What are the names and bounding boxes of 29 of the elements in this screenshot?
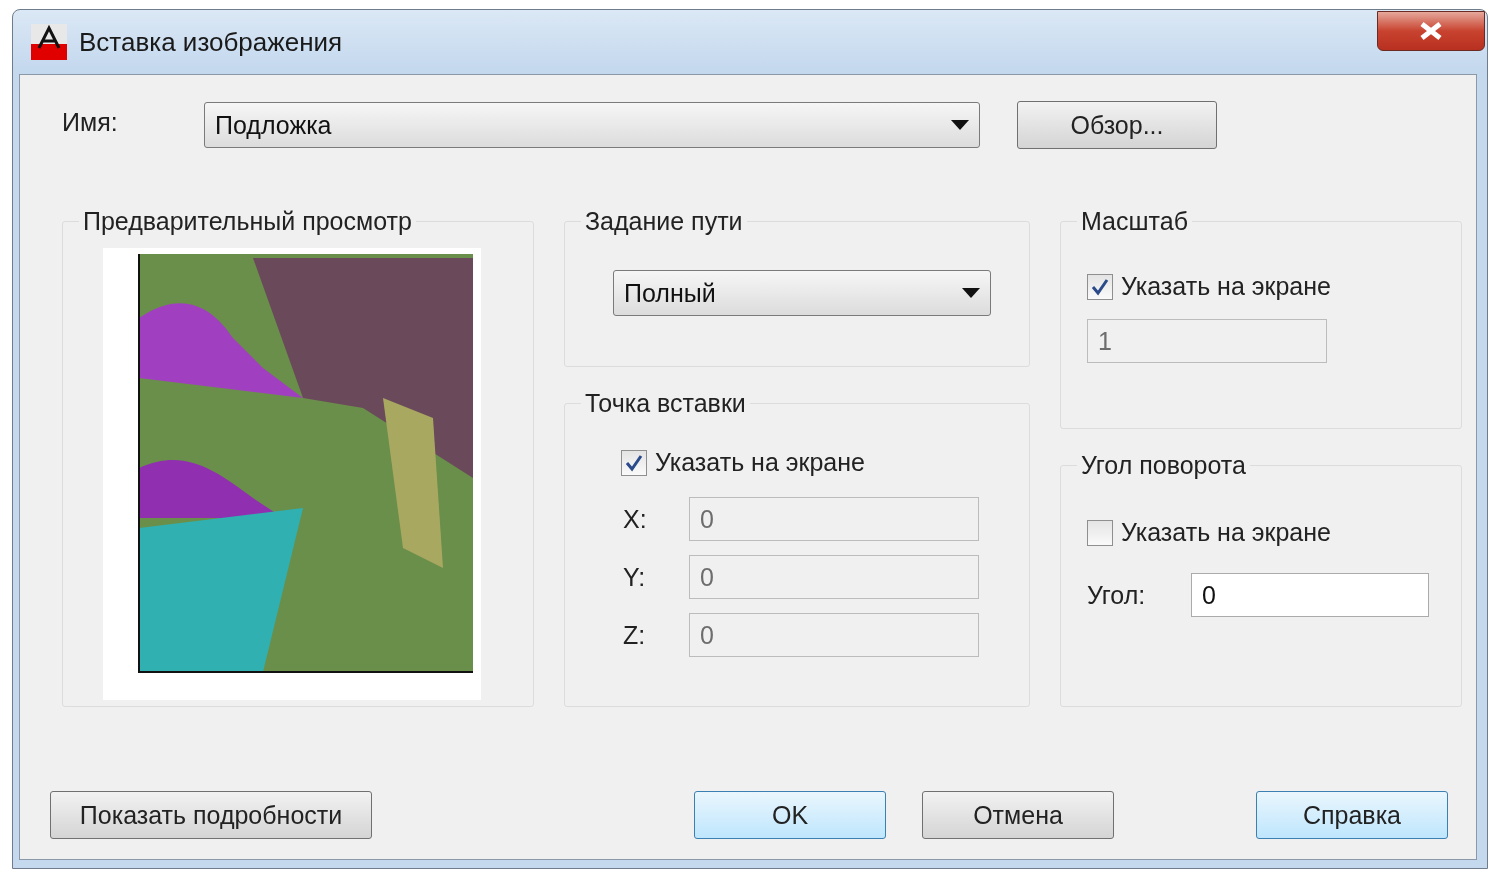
dropdown-caret-icon	[951, 120, 969, 130]
dialog-button[interactable]: OK	[694, 791, 886, 839]
dialog-button[interactable]: Отмена	[922, 791, 1114, 839]
checkbox-label: Указать на экране	[1121, 518, 1331, 547]
checkbox[interactable]	[1087, 519, 1113, 546]
path-dropdown[interactable]: Полный	[613, 270, 991, 316]
app-logo-icon	[31, 24, 67, 60]
group-title: Угол поворота	[1080, 451, 1247, 480]
close-button[interactable]	[1377, 11, 1485, 51]
group-title: Предварительный просмотр	[82, 207, 413, 236]
browse-button[interactable]: Обзор...	[1017, 101, 1217, 149]
group-title: Задание пути	[584, 207, 744, 236]
group-title: Масштаб	[1080, 207, 1189, 236]
angle-field[interactable]: 0	[1191, 573, 1429, 617]
group-title: Точка вставки	[584, 389, 747, 418]
name-dropdown[interactable]: Подложка	[204, 102, 980, 148]
dialog-button[interactable]: Справка	[1256, 791, 1448, 839]
coordinate-label: Y:	[623, 562, 647, 592]
close-icon	[1418, 21, 1444, 41]
show-details-button[interactable]: Показать подробности	[50, 791, 372, 839]
name-label: Имя:	[62, 107, 119, 137]
checkbox[interactable]	[621, 449, 647, 476]
checkbox-label: Указать на экране	[655, 448, 865, 477]
coordinate-label: X:	[623, 504, 648, 534]
dropdown-caret-icon	[962, 288, 980, 298]
coordinate-label: Z:	[623, 620, 647, 650]
checkbox-label: Указать на экране	[1121, 272, 1331, 301]
window-title: Вставка изображения	[79, 26, 344, 58]
angle-label: Угол:	[1087, 580, 1147, 610]
